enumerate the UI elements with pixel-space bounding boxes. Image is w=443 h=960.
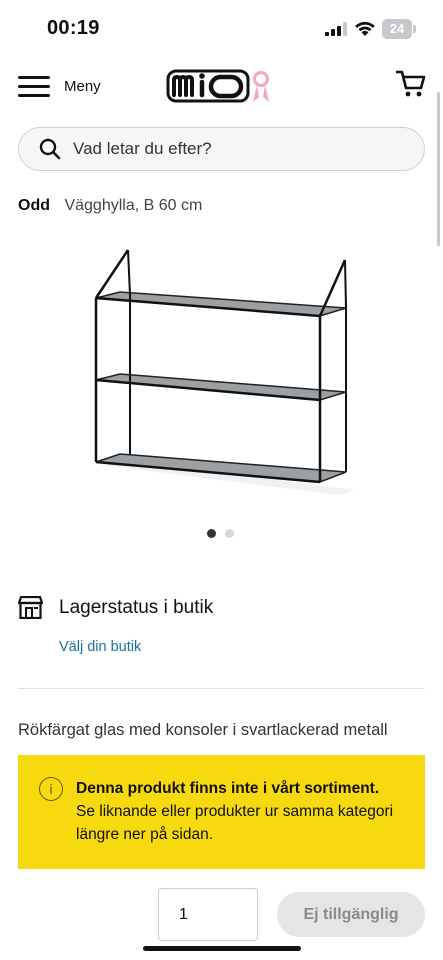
search-input[interactable]: Vad letar du efter? <box>18 127 425 171</box>
menu-button[interactable]: Meny <box>18 70 101 102</box>
cart-icon[interactable] <box>396 70 426 98</box>
mio-logo[interactable] <box>166 64 278 106</box>
battery-tip <box>413 25 416 33</box>
section-divider <box>18 688 425 689</box>
notice-title: Denna produkt finns inte i vårt sortimen… <box>76 780 380 797</box>
purchase-bar: 1 Ej tillgänglig <box>0 870 443 960</box>
store-icon <box>18 596 43 619</box>
product-description: Rökfärgat glas med konsoler i svartlacke… <box>18 721 388 739</box>
image-carousel-dots[interactable] <box>207 529 234 538</box>
home-indicator[interactable] <box>143 946 301 951</box>
product-brand: Odd <box>18 197 50 214</box>
status-bar: 00:19 24 <box>0 0 443 56</box>
search-icon <box>39 138 61 160</box>
notice-body: Se liknande eller produkter ur samma kat… <box>76 803 394 843</box>
info-icon: i <box>39 777 63 801</box>
product-image[interactable] <box>60 240 380 520</box>
quantity-input[interactable]: 1 <box>158 888 258 941</box>
stock-title: Lagerstatus i butik <box>59 596 214 618</box>
wifi-icon <box>355 21 375 36</box>
hamburger-icon <box>18 74 50 98</box>
page-scrollbar[interactable] <box>437 92 440 246</box>
product-name: Vägghylla, B 60 cm <box>64 197 203 214</box>
site-header: Meny <box>0 60 443 112</box>
search-placeholder: Vad letar du efter? <box>73 139 212 158</box>
unavailable-button[interactable]: Ej tillgänglig <box>277 892 425 937</box>
choose-store-link[interactable]: Välj din butik <box>59 639 141 655</box>
not-in-assortment-notice: i Denna produkt finns inte i vårt sortim… <box>18 755 425 869</box>
menu-label: Meny <box>64 77 101 95</box>
carousel-dot-2[interactable] <box>225 529 234 538</box>
store-stock-status[interactable]: Lagerstatus i butik <box>18 596 213 619</box>
cellular-signal-icon <box>325 22 347 36</box>
battery-level: 24 <box>382 19 412 39</box>
carousel-dot-1[interactable] <box>207 529 216 538</box>
status-time: 00:19 <box>47 17 100 39</box>
product-title: Odd Vägghylla, B 60 cm <box>18 197 202 215</box>
